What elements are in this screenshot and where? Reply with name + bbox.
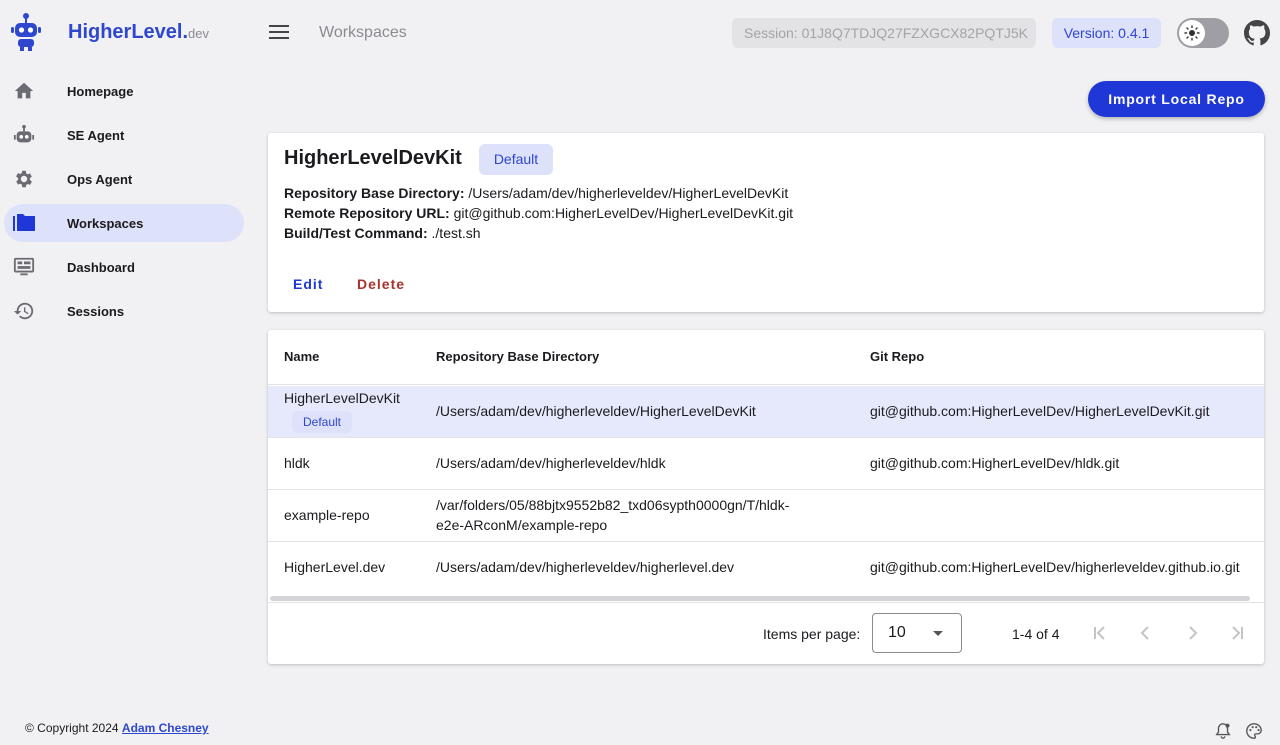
folder-icon <box>12 211 36 235</box>
sidebar-item-label: Ops Agent <box>67 171 133 187</box>
page-range-label: 1-4 of 4 <box>1012 626 1060 642</box>
edit-button[interactable]: Edit <box>293 276 323 292</box>
robot-icon <box>12 123 36 147</box>
workspace-title: HigherLevelDevKit <box>284 147 462 169</box>
brand-name: HigherLevel.dev <box>68 21 210 43</box>
sidebar-item-label: Sessions <box>67 303 125 319</box>
sidebar-item-workspaces[interactable]: Workspaces <box>4 204 244 242</box>
sidebar-item-label: Workspaces <box>67 215 144 231</box>
sidebar-item-sessions[interactable]: Sessions <box>4 292 244 330</box>
horizontal-scrollbar[interactable] <box>270 596 1250 601</box>
default-badge: Default <box>479 144 553 175</box>
workspace-detail-card: HigherLevelDevKit Default Repository Bas… <box>268 133 1264 312</box>
menu-toggle-button[interactable] <box>268 22 290 44</box>
sidebar-item-label: SE Agent <box>67 127 125 143</box>
github-icon[interactable] <box>1244 20 1270 46</box>
cell-repo-dir: /Users/adam/dev/higherleveldev/HigherLev… <box>436 403 756 419</box>
table-row[interactable]: HigherLevelDevKit Default /Users/adam/de… <box>268 386 1264 438</box>
detail-field-build-command: Build/Test Command: ./test.sh <box>284 225 481 241</box>
history-icon <box>12 299 36 323</box>
workspaces-table: Name Repository Base Directory Git Repo … <box>268 330 1264 664</box>
default-badge: Default <box>292 411 352 433</box>
sidebar-item-homepage[interactable]: Homepage <box>4 72 244 110</box>
table-row[interactable]: HigherLevel.dev /Users/adam/dev/higherle… <box>268 542 1264 594</box>
palette-icon[interactable] <box>1245 722 1263 740</box>
cell-name: example-repo <box>284 507 370 523</box>
paginator: Items per page: 10 1-4 of 4 <box>268 602 1264 664</box>
breadcrumb: Workspaces <box>319 24 407 41</box>
column-header-repo-dir[interactable]: Repository Base Directory <box>436 349 599 364</box>
next-page-icon[interactable] <box>1180 621 1204 645</box>
cell-name: HigherLevel.dev <box>284 559 386 575</box>
column-header-name[interactable]: Name <box>284 349 319 364</box>
sidebar-item-se-agent[interactable]: SE Agent <box>4 116 244 154</box>
sidebar-item-label: Homepage <box>67 83 134 99</box>
table-header: Name Repository Base Directory Git Repo <box>268 330 1264 385</box>
column-header-git-repo[interactable]: Git Repo <box>870 349 924 364</box>
items-per-page-value: 10 <box>888 624 906 641</box>
table-row[interactable]: hldk /Users/adam/dev/higherleveldev/hldk… <box>268 438 1264 490</box>
monitor-icon <box>12 255 36 279</box>
footer-copyright: © Copyright 2024 Adam Chesney <box>25 721 209 735</box>
last-page-icon[interactable] <box>1225 621 1249 645</box>
delete-button[interactable]: Delete <box>357 276 405 292</box>
sun-icon <box>1179 20 1205 46</box>
home-icon <box>12 79 36 103</box>
cell-name: HigherLevelDevKit <box>284 390 400 406</box>
table-row[interactable]: example-repo /var/folders/05/88bjtx9552b… <box>268 490 1264 542</box>
cell-name: hldk <box>284 455 310 471</box>
author-link[interactable]: Adam Chesney <box>122 721 209 735</box>
detail-field-remote-url: Remote Repository URL: git@github.com:Hi… <box>284 205 794 221</box>
first-page-icon[interactable] <box>1088 621 1112 645</box>
session-badge: Session: 01J8Q7TDJQ27FZXGCX82PQTJ5K <box>732 18 1036 48</box>
items-per-page-select[interactable]: 10 <box>872 613 962 653</box>
robot-logo-icon <box>11 13 41 51</box>
cell-git-repo: git@github.com:HigherLevelDev/hldk.git <box>870 455 1120 471</box>
sidebar-item-label: Dashboard <box>67 259 135 275</box>
cell-git-repo: git@github.com:HigherLevelDev/HigherLeve… <box>870 403 1210 419</box>
version-badge: Version: 0.4.1 <box>1052 18 1161 48</box>
import-local-repo-button[interactable]: Import Local Repo <box>1088 81 1265 117</box>
gear-icon <box>12 167 36 191</box>
items-per-page-label: Items per page: <box>763 626 861 642</box>
brand: HigherLevel.dev <box>10 12 209 52</box>
previous-page-icon[interactable] <box>1134 621 1158 645</box>
sidebar-nav: Homepage SE Agent Ops Agent Workspaces D… <box>4 72 244 336</box>
cell-repo-dir: /Users/adam/dev/higherleveldev/hldk <box>436 455 666 471</box>
detail-field-base-dir: Repository Base Directory: /Users/adam/d… <box>284 185 789 201</box>
cell-git-repo: git@github.com:HigherLevelDev/higherleve… <box>870 559 1240 575</box>
sidebar-item-ops-agent[interactable]: Ops Agent <box>4 160 244 198</box>
cell-repo-dir-continued: e2e-ARconM/example-repo <box>436 517 608 533</box>
notification-bell-icon[interactable] <box>1214 722 1232 740</box>
chevron-down-icon <box>933 631 943 636</box>
theme-toggle[interactable] <box>1177 18 1229 48</box>
cell-repo-dir: /var/folders/05/88bjtx9552b82_txd06sypth… <box>436 497 790 513</box>
sidebar-item-dashboard[interactable]: Dashboard <box>4 248 244 286</box>
cell-repo-dir: /Users/adam/dev/higherleveldev/higherlev… <box>436 559 735 575</box>
